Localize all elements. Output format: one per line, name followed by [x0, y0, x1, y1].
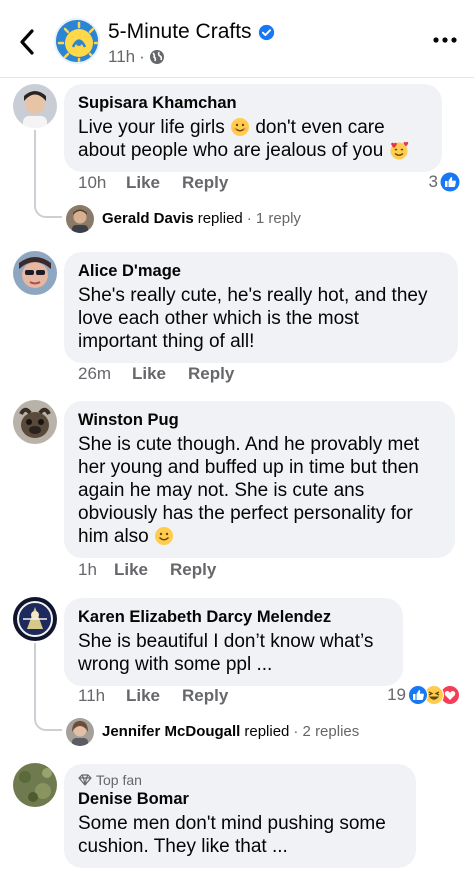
reply-count: · 2 replies — [293, 723, 360, 740]
top-fan-badge: Top fan — [78, 771, 402, 789]
reply-button[interactable]: Reply — [188, 364, 234, 384]
reaction-count: 3 — [428, 172, 438, 191]
reaction-summary[interactable]: 3 — [429, 172, 460, 192]
comment-actions: 1h Like Reply — [78, 560, 216, 580]
reply-thread-line — [34, 130, 62, 218]
comment-text: She is cute though. And he provably met … — [78, 434, 420, 547]
avatar-photo — [66, 205, 94, 233]
comment-bubble[interactable]: Winston Pug She is cute though. And he p… — [64, 401, 455, 558]
page-name-text[interactable]: 5-Minute Crafts — [108, 20, 252, 44]
comment-text: She is beautiful I don’t know what’s wro… — [78, 631, 374, 675]
reply-author: Jennifer McDougall — [102, 723, 241, 740]
comment-bubble[interactable]: Karen Elizabeth Darcy Melendez She is be… — [64, 598, 403, 686]
like-button[interactable]: Like — [126, 173, 160, 193]
avatar-photo — [13, 251, 57, 295]
back-button[interactable] — [14, 27, 40, 57]
comment-bubble[interactable]: Alice D'mage She's really cute, he's rea… — [64, 252, 458, 363]
smiling-face-emoji-icon — [231, 118, 250, 136]
like-reaction-icon — [440, 172, 460, 192]
post-time: 11h — [108, 47, 136, 66]
comment-time: 1h — [78, 560, 97, 579]
avatar-photo — [13, 84, 57, 128]
post-header: 5-Minute Crafts 11h · — [0, 0, 474, 78]
post-meta: 11h · — [108, 47, 165, 67]
reaction-count: 19 — [387, 685, 406, 704]
like-reaction-icon — [408, 685, 428, 705]
reply-button[interactable]: Reply — [182, 686, 228, 706]
like-button[interactable]: Like — [114, 560, 148, 580]
comment-text: She's really cute, he's really hot, and … — [78, 285, 428, 352]
reaction-summary[interactable]: 19 — [387, 685, 460, 705]
reply-avatar[interactable] — [66, 718, 94, 746]
comment-actions: 26m Like Reply — [78, 364, 234, 384]
comment-avatar[interactable] — [13, 597, 57, 641]
comment-avatar[interactable] — [13, 251, 57, 295]
comment-text: Some men don't mind pushing some cushion… — [78, 813, 386, 857]
reply-author: Gerald Davis — [102, 210, 194, 227]
comment-author[interactable]: Alice D'mage — [78, 261, 444, 281]
reply-count: · 1 reply — [246, 210, 301, 227]
replied-verb: replied — [197, 210, 243, 227]
comment-time: 11h — [78, 686, 106, 705]
page-avatar[interactable] — [54, 18, 100, 64]
avatar-photo — [13, 400, 57, 444]
replied-verb: replied — [244, 723, 290, 740]
comment-bubble[interactable]: Top fan Denise Bomar Some men don't mind… — [64, 764, 416, 868]
replies-link[interactable]: Jennifer McDougall replied · 2 replies — [102, 723, 359, 740]
top-fan-label: Top fan — [96, 772, 142, 788]
back-chevron-icon — [20, 29, 34, 55]
avatar-photo — [13, 763, 57, 807]
page-logo-icon — [56, 20, 98, 62]
comment-time: 10h — [78, 173, 107, 192]
avatar-photo — [13, 597, 57, 641]
comment-actions: 10h Like Reply — [78, 173, 228, 193]
reply-thread-line — [34, 643, 62, 731]
meta-separator: · — [139, 47, 145, 66]
like-button[interactable]: Like — [132, 364, 166, 384]
diamond-icon — [78, 774, 92, 786]
comment-bubble[interactable]: Supisara Khamchan Live your life girls d… — [64, 84, 442, 172]
comment-avatar[interactable] — [13, 84, 57, 128]
replies-link[interactable]: Gerald Davis replied · 1 reply — [102, 210, 301, 227]
more-dots-icon — [433, 37, 457, 43]
smiling-face-with-hearts-emoji-icon — [390, 141, 408, 160]
comment-time: 26m — [78, 364, 112, 383]
comment-avatar[interactable] — [13, 400, 57, 444]
like-button[interactable]: Like — [126, 686, 160, 706]
page-name[interactable]: 5-Minute Crafts — [108, 20, 275, 44]
avatar-photo — [66, 718, 94, 746]
comment-actions: 11h Like Reply — [78, 686, 228, 706]
comment-text: Live your life girls don't even care abo… — [78, 116, 428, 162]
globe-icon — [149, 50, 164, 64]
more-options-button[interactable] — [432, 30, 458, 50]
comment-author[interactable]: Supisara Khamchan — [78, 93, 428, 113]
smiling-face-emoji-icon — [155, 527, 174, 545]
comment-avatar[interactable] — [13, 763, 57, 807]
comment-author[interactable]: Winston Pug — [78, 410, 441, 430]
comment-author[interactable]: Karen Elizabeth Darcy Melendez — [78, 607, 389, 627]
reply-button[interactable]: Reply — [170, 560, 216, 580]
reply-avatar[interactable] — [66, 205, 94, 233]
verified-badge-icon — [258, 24, 274, 40]
reply-button[interactable]: Reply — [182, 173, 228, 193]
comment-author[interactable]: Denise Bomar — [78, 789, 402, 809]
